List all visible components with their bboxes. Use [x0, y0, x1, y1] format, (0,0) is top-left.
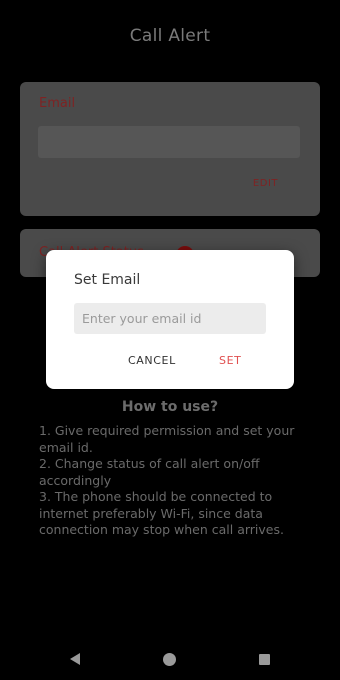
set-button[interactable]: SET: [219, 354, 241, 367]
dialog-title: Set Email: [74, 272, 141, 288]
email-input[interactable]: [74, 303, 266, 334]
set-email-dialog: Set Email CANCEL SET: [46, 250, 294, 389]
cancel-button[interactable]: CANCEL: [128, 354, 176, 367]
